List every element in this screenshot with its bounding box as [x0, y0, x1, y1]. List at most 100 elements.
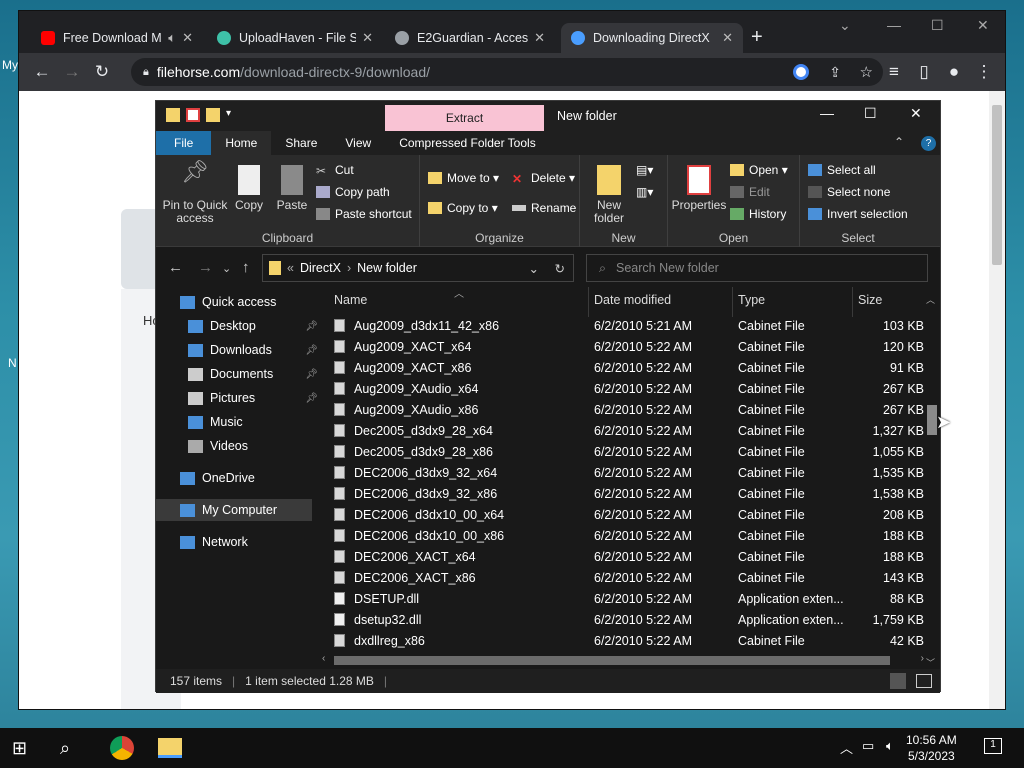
forward-icon[interactable]: →: [198, 259, 213, 276]
new-tab-button[interactable]: +: [751, 26, 763, 49]
close-icon[interactable]: ✕: [977, 17, 989, 34]
bookmark-star-icon[interactable]: ☆: [860, 63, 873, 81]
large-icons-view-icon[interactable]: [916, 674, 932, 688]
customize-icon[interactable]: ▾: [226, 108, 236, 122]
column-name[interactable]: Name: [334, 293, 367, 307]
network-icon[interactable]: ▭: [862, 738, 874, 754]
select-none-button[interactable]: Select none: [808, 185, 890, 199]
system-clock[interactable]: 10:56 AM 5/3/2023: [906, 732, 957, 764]
cut-button[interactable]: ✂ Cut: [316, 163, 354, 178]
file-row[interactable]: Aug2009_XACT_x86 6/2/2010 5:22 AM Cabinet …: [334, 357, 928, 378]
minimize-icon[interactable]: —: [820, 105, 834, 121]
nav-item[interactable]: OneDrive: [180, 467, 310, 489]
media-icon[interactable]: ≡: [879, 62, 909, 82]
forward-icon[interactable]: →: [57, 62, 87, 82]
sidepanel-icon[interactable]: ▯: [909, 62, 939, 82]
tab-compressed-folder-tools[interactable]: Compressed Folder Tools: [385, 131, 550, 155]
delete-button[interactable]: ✕ Delete ▾: [512, 171, 575, 186]
scroll-up-icon[interactable]: ︿: [926, 293, 935, 306]
nav-item[interactable]: Documents 📌︎: [188, 363, 318, 385]
rename-button[interactable]: Rename: [512, 201, 576, 215]
volume-icon[interactable]: 🔈︎: [886, 738, 894, 754]
menu-icon[interactable]: ⋮: [969, 62, 999, 82]
column-date-modified[interactable]: Date modified: [594, 293, 671, 307]
invert-selection-button[interactable]: Invert selection: [808, 207, 908, 221]
share-icon[interactable]: ⇪: [829, 64, 841, 81]
file-explorer-icon[interactable]: [158, 738, 182, 758]
copy-to-button[interactable]: Copy to ▾: [428, 201, 498, 215]
nav-item[interactable]: Quick access: [180, 291, 310, 313]
search-icon[interactable]: ⌕: [60, 736, 84, 760]
close-tab-icon[interactable]: ✕: [182, 30, 193, 46]
breadcrumb-directx[interactable]: DirectX: [300, 261, 341, 275]
copy-button[interactable]: Copy: [232, 165, 266, 212]
paste-button[interactable]: Paste: [274, 165, 310, 212]
refresh-icon[interactable]: ↻: [555, 261, 565, 276]
help-icon[interactable]: ?: [921, 136, 936, 151]
maximize-icon[interactable]: ☐: [864, 105, 877, 122]
tab-file[interactable]: File: [156, 131, 212, 155]
copy-path-button[interactable]: Copy path: [316, 185, 390, 199]
tab-view[interactable]: View: [331, 131, 385, 155]
show-hidden-icons-icon[interactable]: ︿: [840, 738, 853, 757]
page-scrollbar[interactable]: [989, 91, 1005, 709]
chevron-down-icon[interactable]: ⌄: [529, 261, 539, 276]
file-row[interactable]: DSETUP.dll 6/2/2010 5:22 AM Application ex…: [334, 588, 928, 609]
breadcrumb-overflow[interactable]: «: [287, 261, 294, 275]
close-tab-icon[interactable]: ✕: [362, 30, 373, 46]
select-all-button[interactable]: Select all: [808, 163, 876, 177]
extract-context-tab[interactable]: Extract: [385, 105, 544, 131]
back-icon[interactable]: ←: [168, 259, 183, 276]
file-row[interactable]: dsetup32.dll 6/2/2010 5:22 AM Application …: [334, 609, 928, 630]
new-folder-button[interactable]: New folder: [588, 165, 630, 225]
scroll-left-icon[interactable]: ‹: [322, 653, 325, 664]
close-tab-icon[interactable]: ✕: [722, 30, 733, 46]
nav-item[interactable]: Downloads 📌︎: [188, 339, 318, 361]
file-row[interactable]: Aug2009_XAudio_x86 6/2/2010 5:22 AM Cabine…: [334, 399, 928, 420]
scroll-right-icon[interactable]: ›: [921, 653, 924, 664]
new-item-icon[interactable]: ▤▾: [636, 163, 653, 177]
file-row[interactable]: dxdllreg_x86 6/2/2010 5:22 AM Cabinet File…: [334, 630, 928, 651]
notification-icon[interactable]: 1: [984, 738, 1002, 754]
minimize-icon[interactable]: —: [887, 17, 901, 33]
move-to-button[interactable]: Move to ▾: [428, 171, 499, 185]
speaker-icon[interactable]: 🔈︎: [168, 30, 176, 46]
browser-tab-active[interactable]: Downloading DirectX ✕: [561, 23, 743, 53]
paste-shortcut-button[interactable]: Paste shortcut: [316, 207, 412, 221]
recent-locations-icon[interactable]: ⌄: [222, 262, 231, 275]
file-row[interactable]: DEC2006_d3dx10_00_x64 6/2/2010 5:22 AM Cab…: [334, 504, 928, 525]
pin-quick-access-button[interactable]: 📌︎ Pin to Quick access: [162, 161, 228, 225]
column-type[interactable]: Type: [738, 293, 765, 307]
browser-tab[interactable]: Free Download M 🔈︎ ✕: [31, 23, 203, 53]
horizontal-scrollbar-thumb[interactable]: [334, 656, 890, 665]
nav-item[interactable]: Network: [180, 531, 310, 553]
new-folder-icon[interactable]: [206, 108, 220, 122]
tab-home[interactable]: Home: [211, 131, 272, 155]
collapse-ribbon-icon[interactable]: ⌃: [894, 135, 904, 149]
file-list-scrollbar[interactable]: ︿ ﹀: [924, 287, 938, 668]
tab-search-icon[interactable]: ⌄: [839, 17, 851, 34]
file-row[interactable]: DEC2006_d3dx10_00_x86 6/2/2010 5:22 AM Cab…: [334, 525, 928, 546]
breadcrumb-new-folder[interactable]: New folder: [357, 261, 417, 275]
profile-icon[interactable]: ●: [939, 62, 969, 82]
maximize-icon[interactable]: ☐: [931, 17, 944, 34]
details-view-icon[interactable]: [890, 673, 906, 689]
horizontal-scrollbar[interactable]: ‹ ›: [322, 653, 924, 667]
file-row[interactable]: Aug2009_XAudio_x64 6/2/2010 5:22 AM Cabine…: [334, 378, 928, 399]
start-windows-icon[interactable]: ⊞: [12, 736, 36, 760]
address-bar[interactable]: 🔒︎ filehorse.com/download-directx-9/down…: [131, 58, 883, 86]
nav-item[interactable]: Videos: [188, 435, 318, 457]
close-icon[interactable]: ✕: [910, 105, 922, 122]
search-box[interactable]: ⌕ Search New folder: [586, 254, 928, 282]
nav-item[interactable]: My Computer: [156, 499, 312, 521]
file-row[interactable]: Aug2009_d3dx11_42_x86 6/2/2010 5:21 AM Cab…: [334, 315, 928, 336]
file-row[interactable]: DEC2006_XACT_x64 6/2/2010 5:22 AM Cabinet …: [334, 546, 928, 567]
address-box[interactable]: « DirectX › New folder ⌄ ↻: [262, 254, 574, 282]
properties-icon[interactable]: [186, 108, 200, 122]
nav-item[interactable]: Pictures 📌︎: [188, 387, 318, 409]
back-icon[interactable]: ←: [27, 62, 57, 82]
file-row[interactable]: DEC2006_d3dx9_32_x86 6/2/2010 5:22 AM Cabi…: [334, 483, 928, 504]
file-row[interactable]: Aug2009_XACT_x64 6/2/2010 5:22 AM Cabinet …: [334, 336, 928, 357]
nav-item[interactable]: Music: [188, 411, 318, 433]
google-lens-icon[interactable]: [793, 64, 809, 80]
